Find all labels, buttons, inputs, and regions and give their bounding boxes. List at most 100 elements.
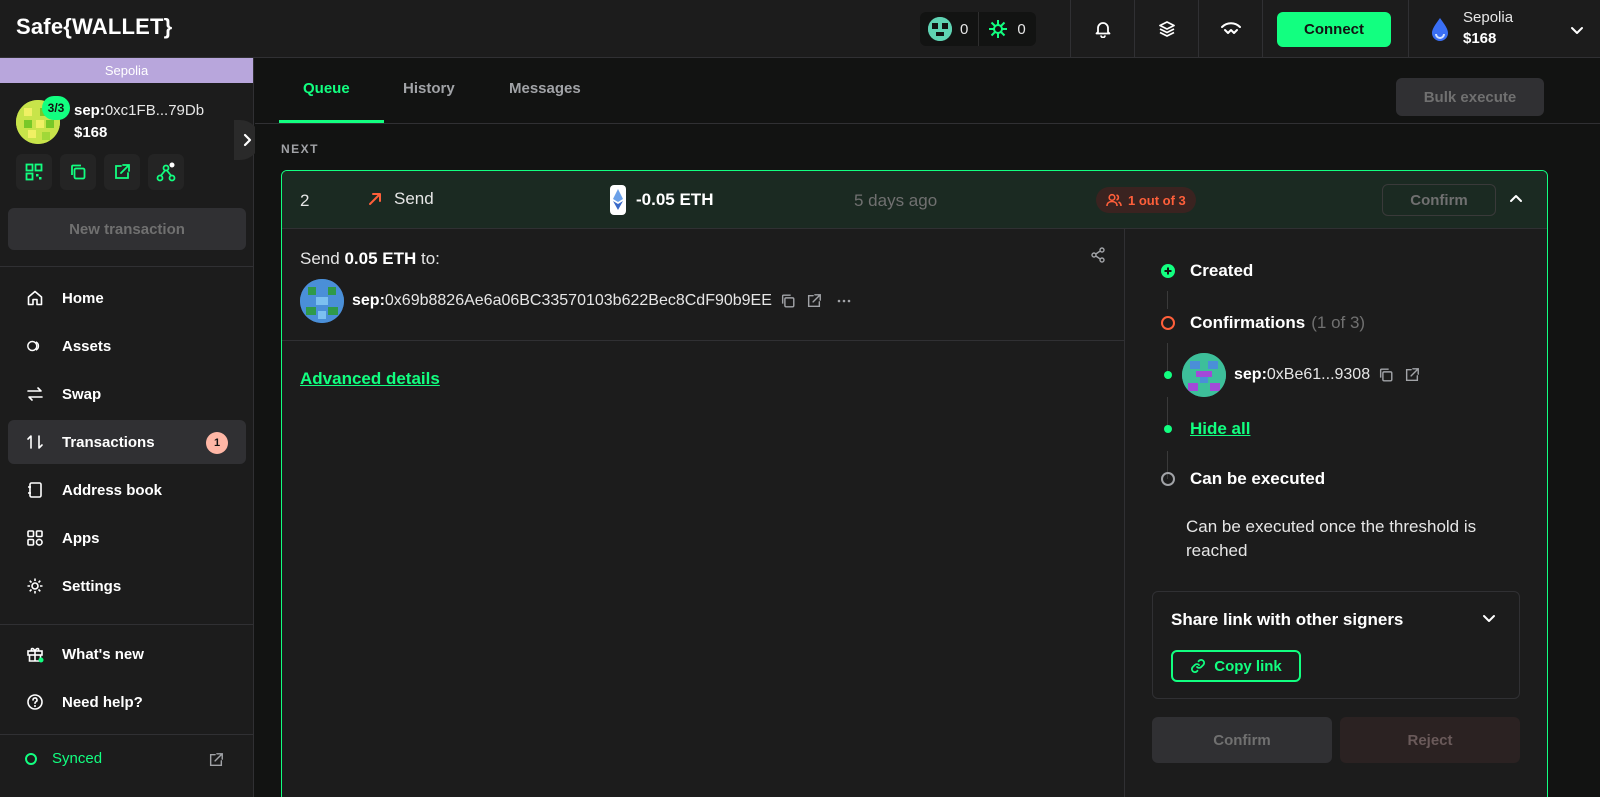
tab-history[interactable]: History	[403, 80, 455, 97]
signer-address-value: 0xBe61...9308	[1266, 366, 1371, 383]
recipient-address-prefix: sep:	[352, 292, 385, 309]
sidebar-item-label: What's new	[62, 645, 144, 663]
settings-icon	[26, 577, 44, 595]
qr-code-icon	[25, 163, 43, 181]
tab-queue[interactable]: Queue	[303, 80, 350, 97]
tx-type: Send	[368, 189, 434, 209]
copy-icon[interactable]	[780, 293, 796, 309]
sparkle-icon	[987, 18, 1009, 40]
hide-all-link[interactable]: Hide all	[1190, 419, 1250, 439]
copy-link-label: Copy link	[1214, 657, 1282, 675]
tx-type-label: Send	[394, 189, 434, 208]
execute-description: Can be executed once the threshold is re…	[1186, 517, 1477, 560]
signer-dot-icon	[1160, 370, 1176, 380]
more-options-icon[interactable]	[836, 293, 852, 309]
tx-amount: -0.05 ETH	[610, 185, 713, 215]
sepolia-network-icon	[1427, 16, 1453, 42]
reject-transaction-button[interactable]: Reject	[1340, 717, 1520, 763]
network-tree-icon	[156, 162, 176, 182]
notifications-button[interactable]	[1070, 0, 1134, 58]
signer-address-prefix: sep:	[1234, 366, 1267, 383]
share-link-title[interactable]: Share link with other signers	[1171, 610, 1403, 630]
signers-icon	[1106, 193, 1122, 207]
sidebar-item-apps[interactable]: Apps	[8, 516, 246, 560]
safe-wallet-logo[interactable]: Safe{WALLET}	[16, 14, 172, 40]
details-divider	[282, 340, 1125, 341]
quick-actions	[16, 154, 184, 190]
safe-address-prefix: sep:	[74, 102, 105, 119]
network-name: Sepolia	[1463, 9, 1514, 26]
copy-address-button[interactable]	[60, 154, 96, 190]
step-confirmations-label: Confirmations	[1190, 313, 1306, 332]
network-selector[interactable]: Sepolia $168	[1408, 0, 1600, 58]
send-suffix: to:	[420, 249, 440, 268]
sidebar-secondary-nav: What's new Need help?	[8, 632, 246, 728]
batch-button[interactable]	[1134, 0, 1198, 58]
safe-address-value: 0xc1FB...79Db	[104, 102, 205, 119]
sidebar-item-label: Transactions	[62, 433, 155, 451]
counter-safe-pass[interactable]: 0	[920, 12, 978, 46]
active-tab-indicator	[279, 120, 384, 123]
sidebar: Sepolia 3/3 sep:0xc1FB...79Db $168 New t…	[0, 58, 260, 797]
sidebar-item-whats-new[interactable]: What's new	[8, 632, 246, 676]
bulk-execute-button[interactable]: Bulk execute	[1396, 78, 1544, 116]
signer-avatar	[1182, 353, 1226, 397]
chevron-down-icon	[1569, 22, 1585, 38]
swap-icon	[26, 385, 44, 403]
copy-icon	[69, 163, 87, 181]
pending-count-badge: 1	[206, 432, 228, 454]
counter-value-1: 0	[960, 20, 969, 38]
share-icon[interactable]	[1090, 247, 1106, 263]
signer-address: sep:0xBe61...9308	[1234, 366, 1370, 384]
transaction-summary[interactable]: 2 Send -0.05 ETH 5 days ago 1 out of 3 C…	[282, 171, 1547, 229]
copy-icon[interactable]	[1378, 367, 1394, 383]
chevron-down-icon[interactable]	[1481, 610, 1497, 626]
gift-icon	[26, 645, 44, 663]
sidebar-divider	[0, 624, 254, 625]
sidebar-item-need-help[interactable]: Need help?	[8, 680, 246, 724]
external-link-icon[interactable]	[208, 752, 224, 768]
safe-address[interactable]: sep:0xc1FB...79Db	[74, 102, 204, 119]
external-link-icon	[113, 163, 131, 181]
connect-button[interactable]: Connect	[1277, 12, 1391, 47]
apps-icon	[26, 529, 44, 547]
tx-amount-value: -0.05 ETH	[636, 190, 714, 209]
chevron-right-icon	[241, 133, 253, 147]
confirmation-status-text: 1 out of 3	[1128, 192, 1186, 208]
walletconnect-button[interactable]	[1198, 0, 1262, 58]
sidebar-item-assets[interactable]: Assets	[8, 324, 246, 368]
tab-messages[interactable]: Messages	[509, 80, 581, 97]
counter-rewards[interactable]: 0	[978, 12, 1035, 46]
new-transaction-button[interactable]: New transaction	[8, 208, 246, 250]
sidebar-item-settings[interactable]: Settings	[8, 564, 246, 608]
recipient-address: sep:0x69b8826Ae6a06BC33570103b622Bec8CdF…	[352, 292, 772, 310]
advanced-details-link[interactable]: Advanced details	[300, 369, 440, 389]
qr-code-button[interactable]	[16, 154, 52, 190]
confirmations-count: (1 of 3)	[1311, 313, 1366, 332]
external-link-icon[interactable]	[806, 293, 822, 309]
copy-link-button[interactable]: Copy link	[1171, 650, 1301, 682]
open-explorer-button[interactable]	[104, 154, 140, 190]
address-book-icon	[26, 481, 44, 499]
home-icon	[26, 289, 44, 307]
sidebar-item-transactions[interactable]: Transactions 1	[8, 420, 246, 464]
safe-tree-button[interactable]	[148, 154, 184, 190]
confirm-transaction-button[interactable]: Confirm	[1152, 717, 1332, 763]
walletconnect-icon	[1220, 22, 1242, 36]
sidebar-item-address-book[interactable]: Address book	[8, 468, 246, 512]
external-link-icon[interactable]	[1404, 367, 1420, 383]
transactions-icon	[26, 433, 44, 451]
sidebar-item-swap[interactable]: Swap	[8, 372, 246, 416]
step-created-label: Created	[1190, 261, 1254, 280]
counter-value-2: 0	[1017, 20, 1026, 38]
transaction-signers: Created Confirmations (1 of 3) sep:0xBe6…	[1126, 229, 1547, 797]
chevron-up-icon[interactable]	[1508, 191, 1524, 207]
recipient: sep:0x69b8826Ae6a06BC33570103b622Bec8CdF…	[300, 279, 852, 323]
confirm-button[interactable]: Confirm	[1382, 184, 1496, 216]
sidebar-item-home[interactable]: Home	[8, 276, 246, 320]
send-amount: 0.05 ETH	[344, 249, 417, 268]
share-link-panel: Share link with other signers Copy link	[1152, 591, 1520, 699]
sync-status-label: Synced	[52, 750, 103, 767]
signer-dot-icon	[1160, 421, 1176, 437]
status-circle-icon	[24, 752, 38, 766]
